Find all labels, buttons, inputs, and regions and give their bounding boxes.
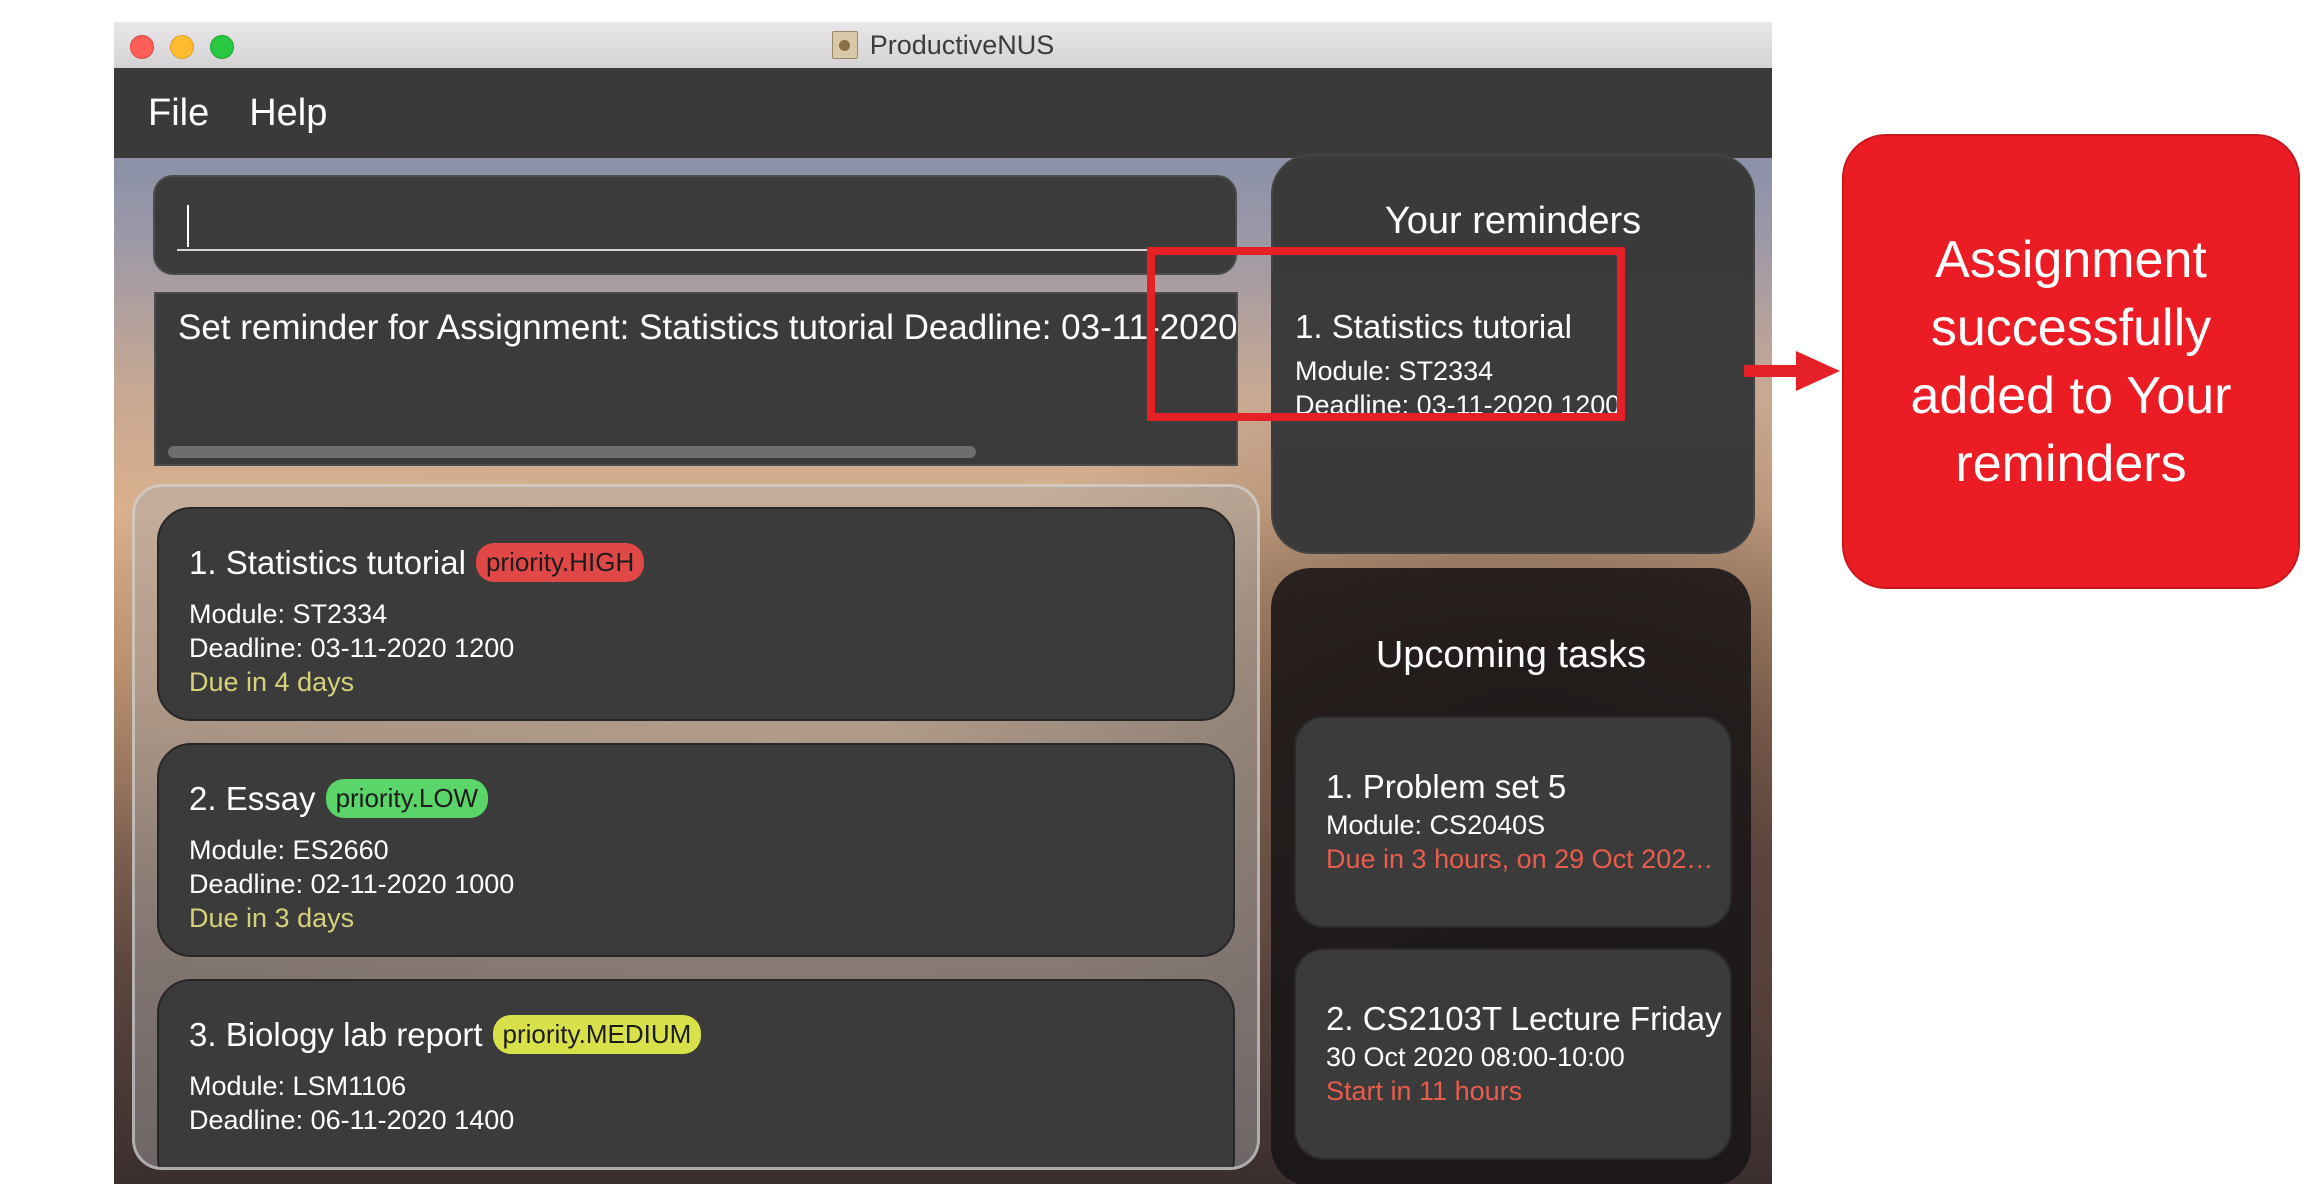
app-window: ProductiveNUS File Help Set reminder for… bbox=[114, 22, 1772, 1184]
assignment-deadline: Deadline: 02-11-2020 1000 bbox=[189, 869, 515, 899]
assignment-card[interactable]: 3. Biology lab report priority.MEDIUM Mo… bbox=[157, 979, 1235, 1167]
upcoming-panel: Upcoming tasks 1. Problem set 5 Module: … bbox=[1271, 568, 1751, 1184]
upcoming-module: Module: CS2040S bbox=[1326, 810, 1546, 840]
priority-badge: priority.HIGH bbox=[475, 543, 645, 582]
annotation-arrow-icon bbox=[1796, 351, 1840, 391]
assignment-due: Due in 3 days bbox=[189, 903, 355, 933]
assignment-due: Due in 4 days bbox=[189, 667, 355, 697]
reminder-highlight-box bbox=[1147, 247, 1625, 421]
assignment-card[interactable]: 2. Essay priority.LOW Module: ES2660 Dea… bbox=[157, 743, 1235, 957]
assignment-title: 3. Biology lab report bbox=[189, 1015, 483, 1053]
upcoming-card[interactable]: 2. CS2103T Lecture Friday 30 Oct 2020 08… bbox=[1294, 948, 1732, 1160]
upcoming-title: 1. Problem set 5 bbox=[1326, 768, 1567, 805]
upcoming-due: Due in 3 hours, on 29 Oct 2020 2... bbox=[1326, 844, 1716, 874]
title-bar: ProductiveNUS bbox=[114, 22, 1772, 69]
result-scrollbar[interactable] bbox=[168, 446, 976, 458]
window-title-group: ProductiveNUS bbox=[114, 22, 1772, 68]
result-display: Set reminder for Assignment: Statistics … bbox=[154, 292, 1238, 466]
menu-file[interactable]: File bbox=[148, 92, 209, 135]
assignment-title-row: 1. Statistics tutorial priority.HIGH bbox=[189, 543, 645, 582]
assignment-title-row: 3. Biology lab report priority.MEDIUM bbox=[189, 1015, 702, 1054]
assignment-module: Module: ES2660 bbox=[189, 835, 389, 865]
assignment-module: Module: LSM1106 bbox=[189, 1071, 407, 1101]
annotation-arrow-line bbox=[1744, 365, 1798, 377]
menu-bar: File Help bbox=[114, 68, 1772, 158]
reminders-heading: Your reminders bbox=[1384, 200, 1642, 242]
annotation-text: Assignment successfully added to Your re… bbox=[1910, 230, 2232, 493]
assignment-title: 2. Essay bbox=[189, 779, 316, 817]
command-input[interactable] bbox=[177, 193, 1219, 251]
assignment-title-row: 2. Essay priority.LOW bbox=[189, 779, 489, 818]
upcoming-heading: Upcoming tasks bbox=[1375, 634, 1647, 676]
priority-badge: priority.MEDIUM bbox=[492, 1015, 702, 1054]
upcoming-title: 2. CS2103T Lecture Friday bbox=[1326, 1000, 1722, 1037]
menu-help[interactable]: Help bbox=[249, 92, 327, 135]
command-box bbox=[153, 175, 1237, 275]
result-message: Set reminder for Assignment: Statistics … bbox=[178, 308, 1238, 347]
assignment-deadline: Deadline: 03-11-2020 1200 bbox=[189, 633, 515, 663]
text-cursor bbox=[187, 205, 189, 247]
upcoming-time: 30 Oct 2020 08:00-10:00 bbox=[1326, 1042, 1625, 1072]
annotation-callout: Assignment successfully added to Your re… bbox=[1842, 134, 2300, 589]
assignment-deadline: Deadline: 06-11-2020 1400 bbox=[189, 1105, 515, 1135]
upcoming-card[interactable]: 1. Problem set 5 Module: CS2040S Due in … bbox=[1294, 716, 1732, 928]
assignment-list[interactable]: 1. Statistics tutorial priority.HIGH Mod… bbox=[132, 484, 1260, 1170]
upcoming-start: Start in 11 hours bbox=[1326, 1076, 1523, 1106]
app-icon bbox=[831, 31, 858, 59]
assignment-title: 1. Statistics tutorial bbox=[189, 543, 466, 581]
priority-badge: priority.LOW bbox=[325, 779, 489, 818]
assignment-module: Module: ST2334 bbox=[189, 599, 388, 629]
window-title: ProductiveNUS bbox=[869, 29, 1055, 60]
assignment-card[interactable]: 1. Statistics tutorial priority.HIGH Mod… bbox=[157, 507, 1235, 721]
